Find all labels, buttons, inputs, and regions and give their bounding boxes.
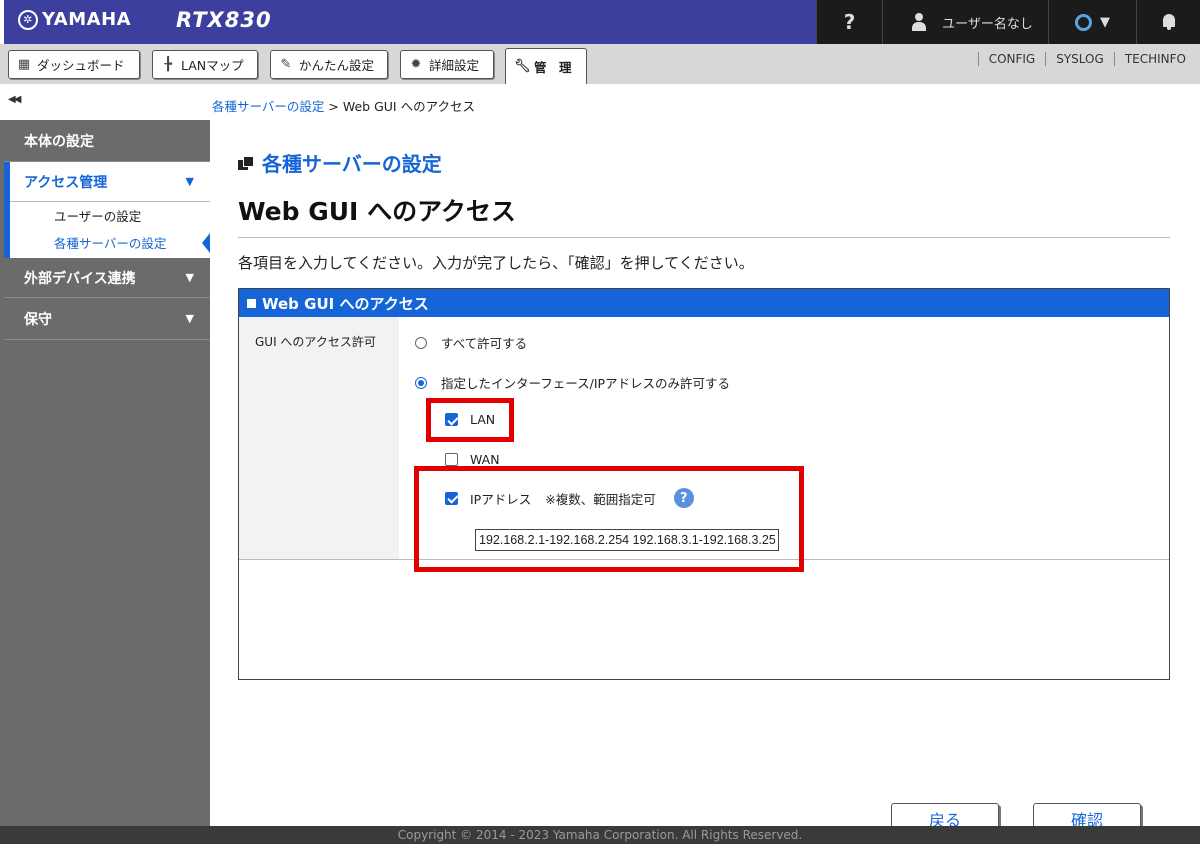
checkbox-label: WAN xyxy=(470,452,500,467)
user-name: ユーザー名なし xyxy=(942,16,1033,32)
tab-easy-setup[interactable]: ✎ かんたん設定 xyxy=(270,50,388,79)
checkbox-label: LAN xyxy=(470,412,496,427)
chevron-down-icon: ▼ xyxy=(185,271,194,284)
techinfo-link[interactable]: TECHINFO xyxy=(1113,52,1196,66)
breadcrumb-current: Web GUI へのアクセス xyxy=(342,99,475,114)
model-name: RTX830 xyxy=(176,8,272,32)
checkbox[interactable] xyxy=(445,453,458,466)
breadcrumb: 各種サーバーの設定 > Web GUI へのアクセス xyxy=(212,96,475,115)
tab-label: 管 理 xyxy=(534,60,572,75)
breadcrumb-parent-link[interactable]: 各種サーバーの設定 xyxy=(212,99,324,114)
help-button[interactable]: ? xyxy=(816,0,882,44)
top-bar: ✲ YAMAHA RTX830 ? ユーザー名なし ▼ xyxy=(0,0,1200,44)
user-menu[interactable]: ユーザー名なし xyxy=(882,0,1048,44)
sidebar-item-label: 保守 xyxy=(24,311,52,328)
chevron-down-icon: ▼ xyxy=(185,312,194,325)
ip-address-input[interactable] xyxy=(475,529,779,551)
help-label: ? xyxy=(843,10,856,34)
status-menu[interactable]: ▼ xyxy=(1048,0,1136,44)
page-title: Web GUI へのアクセス xyxy=(238,197,516,226)
sidebar-subitem-users[interactable]: ユーザーの設定 xyxy=(10,202,210,229)
checkbox[interactable] xyxy=(445,491,458,505)
tab-label: かんたん設定 xyxy=(299,58,375,73)
section-icon xyxy=(238,155,254,170)
gear-icon: ✹ xyxy=(410,56,422,72)
utility-links: CONFIG SYSLOG TECHINFO xyxy=(977,52,1196,66)
tab-advanced[interactable]: ✹ 詳細設定 xyxy=(400,50,494,79)
collapse-sidebar-icon[interactable]: ◀◀ xyxy=(8,94,21,105)
sidebar-item-device-settings[interactable]: 本体の設定 xyxy=(4,120,210,162)
syslog-link[interactable]: SYSLOG xyxy=(1045,52,1114,66)
wrench-icon: 🔧︎ xyxy=(514,58,531,74)
checkbox-label: IPアドレス xyxy=(470,491,532,507)
checkbox-wan[interactable]: WAN xyxy=(445,452,500,467)
sidebar-item-label: 外部デバイス連携 xyxy=(24,270,136,287)
divider xyxy=(238,237,1170,238)
lanmap-icon: ╊ xyxy=(164,56,172,72)
help-icon[interactable]: ? xyxy=(673,488,694,508)
dashboard-icon: ▦ xyxy=(17,56,31,72)
breadcrumb-separator: > xyxy=(328,99,339,114)
brand-name: YAMAHA xyxy=(42,9,132,30)
sidebar-item-maintenance[interactable]: 保守 ▼ xyxy=(4,298,210,340)
radio-label: すべて許可する xyxy=(441,336,528,351)
section-title-text: 各種サーバーの設定 xyxy=(262,152,442,176)
chevron-down-icon: ▼ xyxy=(185,175,194,188)
sidebar-item-label: 本体の設定 xyxy=(24,133,94,150)
yamaha-logo: ✲ YAMAHA xyxy=(18,9,131,30)
chevron-down-icon: ▼ xyxy=(1100,14,1110,30)
radio-allow-specified[interactable]: 指定したインターフェース/IPアドレスのみ許可する xyxy=(415,373,730,392)
sidebar-item-external-devices[interactable]: 外部デバイス連携 ▼ xyxy=(4,258,210,298)
config-link[interactable]: CONFIG xyxy=(977,52,1046,66)
tab-lanmap[interactable]: ╊ LANマップ xyxy=(152,50,258,79)
tab-management[interactable]: 🔧︎ 管 理 xyxy=(505,48,587,84)
sidebar-subitem-servers[interactable]: 各種サーバーの設定 xyxy=(10,229,210,256)
sidebar-item-access[interactable]: アクセス管理 ▼ xyxy=(10,162,210,202)
row-separator xyxy=(239,559,1169,560)
radio-circle[interactable] xyxy=(415,376,427,389)
checkbox[interactable] xyxy=(445,413,458,426)
square-icon xyxy=(247,298,256,308)
notification-button[interactable] xyxy=(1136,0,1200,44)
checkbox-lan[interactable]: LAN xyxy=(445,412,495,427)
sidebar-subitem-label: 各種サーバーの設定 xyxy=(54,236,167,251)
instruction-text: 各項目を入力してください。入力が完了したら、「確認」を押してください。 xyxy=(238,254,754,272)
checkbox-ip[interactable]: IPアドレス ※複数、範囲指定可 ? xyxy=(445,488,694,508)
tuning-fork-icon: ✲ xyxy=(18,9,38,30)
wand-icon: ✎ xyxy=(280,56,292,72)
panel-title: Web GUI へのアクセス xyxy=(262,294,429,313)
bell-icon xyxy=(1161,13,1177,31)
radio-label: 指定したインターフェース/IPアドレスのみ許可する xyxy=(441,376,731,391)
radio-circle[interactable] xyxy=(415,336,427,349)
settings-panel: Web GUI へのアクセス GUI へのアクセス許可 すべて許可する 指定した… xyxy=(238,288,1170,835)
tab-label: ダッシュボード xyxy=(37,58,125,73)
main-content: 各種サーバーの設定 > Web GUI へのアクセス 各種サーバーの設定 Web… xyxy=(210,84,1200,835)
sidebar-top: ◀◀ xyxy=(0,84,210,120)
footer: Copyright © 2014 - 2023 Yamaha Corporati… xyxy=(0,826,1200,844)
sidebar-item-label: アクセス管理 xyxy=(24,174,108,191)
row-label: GUI へのアクセス許可 xyxy=(239,317,399,559)
user-icon xyxy=(912,13,927,31)
main-tab-bar: ▦ ダッシュボード ╊ LANマップ ✎ かんたん設定 ✹ 詳細設定 🔧︎ 管 … xyxy=(0,44,1200,84)
sidebar-group-access: アクセス管理 ▼ ユーザーの設定 各種サーバーの設定 xyxy=(4,162,210,258)
status-ring-icon xyxy=(1075,13,1092,31)
sidebar: ◀◀ 本体の設定 アクセス管理 ▼ ユーザーの設定 各種サーバーの設定 外部デバ… xyxy=(0,84,210,826)
top-right-controls: ? ユーザー名なし ▼ xyxy=(816,0,1200,44)
ip-note: ※複数、範囲指定可 xyxy=(545,491,656,507)
tab-label: LANマップ xyxy=(181,58,244,73)
tab-label: 詳細設定 xyxy=(429,58,480,73)
section-title: 各種サーバーの設定 xyxy=(238,148,442,177)
tab-dashboard[interactable]: ▦ ダッシュボード xyxy=(8,50,140,79)
panel-header: Web GUI へのアクセス xyxy=(239,289,1169,317)
radio-allow-all[interactable]: すべて許可する xyxy=(415,333,527,352)
sidebar-subitem-label: ユーザーの設定 xyxy=(54,209,142,224)
